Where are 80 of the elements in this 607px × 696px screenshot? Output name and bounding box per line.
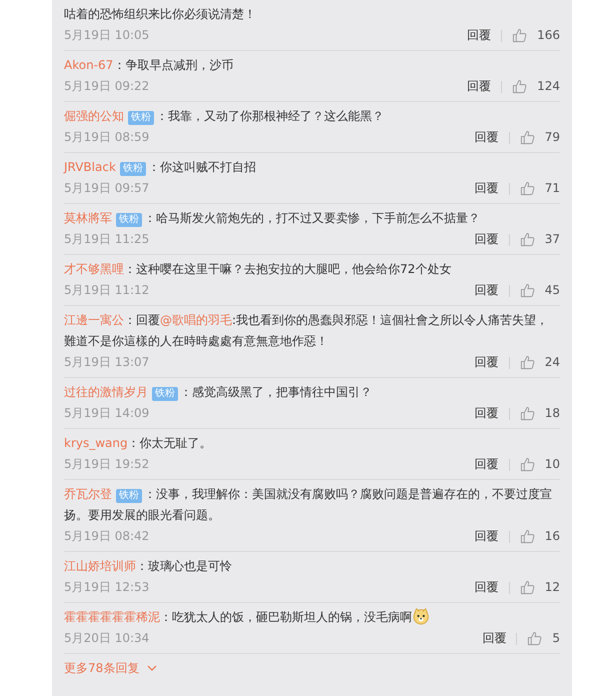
reply-link[interactable]: 回覆: [467, 76, 492, 97]
thumbs-up-icon[interactable]: [520, 406, 535, 421]
user-link[interactable]: 过往的激情岁月: [64, 385, 148, 399]
comment-date: 5月19日 13:07: [64, 354, 150, 371]
reply-link[interactable]: 回覆: [474, 577, 499, 598]
reply-link[interactable]: 回覆: [474, 127, 499, 148]
like-count: 71: [544, 180, 560, 197]
user-link[interactable]: 才不够黑哩: [64, 262, 124, 276]
like-count: 24: [544, 354, 560, 371]
thumbs-up-icon[interactable]: [520, 580, 535, 595]
like-count: 18: [544, 405, 560, 422]
comment-date: 5月20日 10:34: [64, 630, 150, 647]
user-link[interactable]: 江山娇培训师: [64, 559, 136, 573]
user-link[interactable]: JRVBlack: [64, 160, 116, 174]
user-link[interactable]: 江邊一寓公: [64, 313, 124, 327]
dog-face-icon: [412, 607, 430, 625]
reply-link[interactable]: 回覆: [474, 178, 499, 199]
reply-link[interactable]: 回覆: [482, 628, 506, 649]
fan-badge: 铁粉: [116, 213, 142, 227]
comment-date: 5月19日 11:12: [64, 282, 150, 299]
comment-text: Akon-67：争取早点减刑，沙币: [64, 57, 234, 74]
thumbs-up-icon[interactable]: [520, 457, 535, 472]
like-count: 124: [537, 78, 560, 95]
comment-text: 江邊一寓公：回覆@歌唱的羽毛:我也看到你的愚蠢與邪惡！這個社會之所以令人痛苦失望，難道不是你這樣的人在時時處處有意無意地作惡！: [64, 312, 550, 350]
comment-text: krys_wang：你太无耻了。: [64, 435, 213, 452]
comment-date: 5月19日 11:25: [64, 231, 150, 248]
fan-badge: 铁粉: [116, 489, 142, 503]
comment-text: 才不够黑哩：这种嘤在这里干嘛？去抱安拉的大腿吧，他会给你72个处女: [64, 261, 452, 278]
comment-text: JRVBlack 铁粉 ：你这叫贼不打自招: [64, 159, 257, 178]
user-link[interactable]: 莫林將军: [64, 211, 112, 225]
like-count: 5: [552, 630, 560, 647]
like-count: 10: [544, 456, 560, 473]
reply-link[interactable]: 回覆: [474, 454, 499, 475]
user-link[interactable]: Akon-67: [64, 58, 114, 72]
reply-link[interactable]: 回覆: [474, 526, 499, 547]
comment-text: 莫林將军 铁粉 ：哈马斯发火箭炮先的，打不过又要卖惨，下手前怎么不掂量？: [64, 210, 481, 229]
thumbs-up-icon[interactable]: [520, 529, 535, 544]
comment-text: 霍霍霍霍霍霍稀泥：吃犹太人的饭，砸巴勒斯坦人的锅，没毛病啊: [64, 607, 560, 628]
fan-badge: 铁粉: [120, 162, 146, 176]
comment-date: 5月19日 08:59: [64, 129, 150, 146]
comment-date: 5月19日 19:52: [64, 456, 150, 473]
comment-text: 乔瓦尔登 铁粉 ：没事，我理解你：美国就没有腐败吗？腐败问题是普遍存在的，不要过度宣扬。要用发展的眼光看问题。: [64, 486, 553, 524]
comment-date: 5月19日 10:05: [64, 27, 150, 44]
reply-link[interactable]: 回覆: [467, 25, 492, 46]
like-count: 45: [544, 282, 560, 299]
comment-text: 咕着的恐怖组织来比你必须说清楚！: [64, 6, 257, 23]
comment-text: 倔强的公知 铁粉 ：我靠，又动了你那根神经了？这么能黑？: [64, 108, 385, 127]
like-count: 16: [544, 528, 560, 545]
comment-text: 江山娇培训师：玻璃心也是可怜: [64, 558, 233, 575]
comment-date: 5月19日 14:09: [64, 405, 150, 422]
thumbs-up-icon[interactable]: [527, 631, 542, 646]
thumbs-up-icon[interactable]: [512, 28, 528, 43]
chevron-down-icon: [147, 665, 158, 671]
mention-link[interactable]: @歌唱的羽毛: [160, 313, 232, 327]
thumbs-up-icon[interactable]: [520, 130, 535, 145]
reply-link[interactable]: 回覆: [474, 352, 499, 373]
comment-date: 5月19日 08:42: [64, 528, 150, 545]
comment-text: 过往的激情岁月 铁粉 ：感觉高级黑了，把事情往中国引？: [64, 384, 373, 403]
more-replies-link[interactable]: 更多78条回复: [64, 656, 158, 680]
user-link[interactable]: 霍霍霍霍霍霍稀泥: [64, 610, 160, 624]
comment-date: 5月19日 09:22: [64, 78, 150, 95]
like-count: 79: [544, 129, 560, 146]
like-count: 37: [544, 231, 560, 248]
comment-date: 5月19日 09:57: [64, 180, 150, 197]
thumbs-up-icon[interactable]: [520, 283, 535, 298]
thumbs-up-icon[interactable]: [520, 232, 535, 247]
thumbs-up-icon[interactable]: [520, 181, 535, 196]
comment-date: 5月19日 12:53: [64, 579, 150, 596]
thumbs-up-icon[interactable]: [512, 79, 528, 94]
reply-link[interactable]: 回覆: [474, 280, 499, 301]
reply-link[interactable]: 回覆: [474, 229, 499, 250]
thumbs-up-icon[interactable]: [520, 355, 535, 370]
user-link[interactable]: 倔强的公知: [64, 109, 124, 123]
user-link[interactable]: krys_wang: [64, 436, 128, 450]
like-count: 12: [544, 579, 560, 596]
fan-badge: 铁粉: [128, 111, 154, 125]
like-count: 166: [537, 27, 560, 44]
fan-badge: 铁粉: [152, 387, 178, 401]
reply-link[interactable]: 回覆: [474, 403, 499, 424]
user-link[interactable]: 乔瓦尔登: [64, 487, 112, 501]
